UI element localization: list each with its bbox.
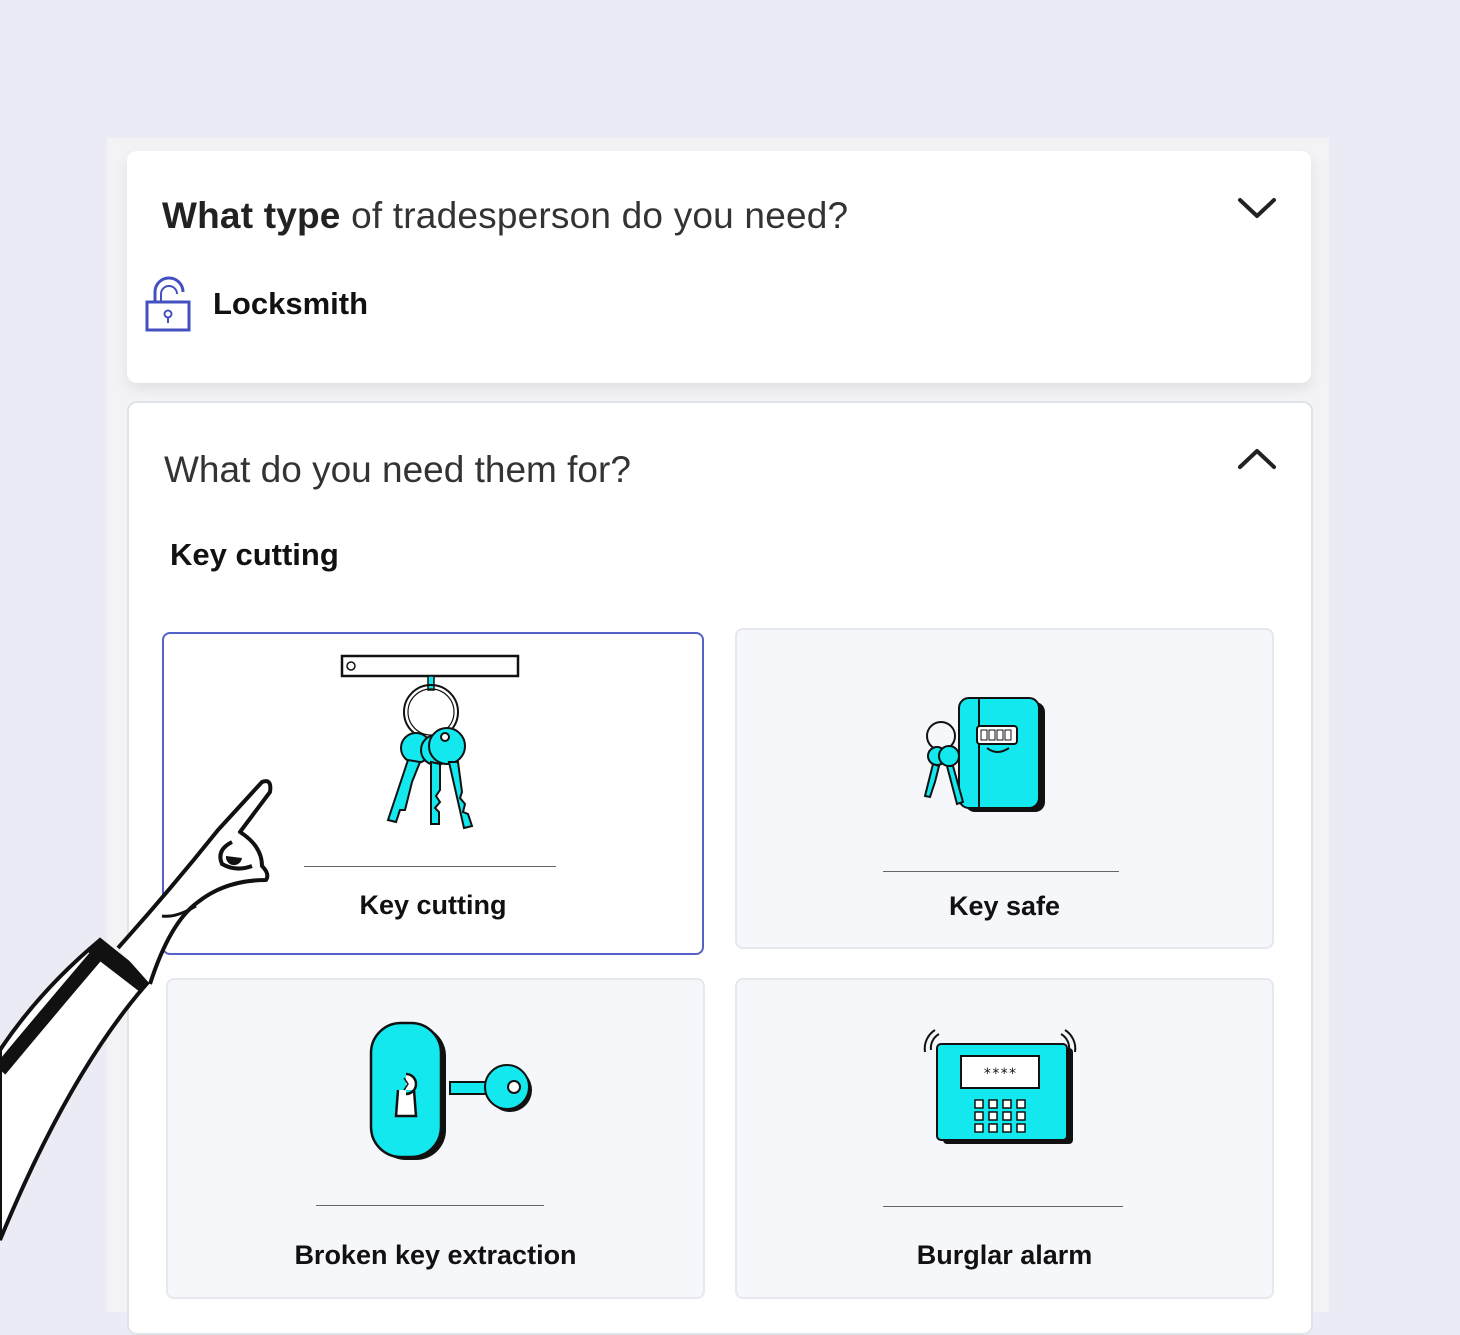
chevron-down-icon[interactable]	[1237, 196, 1277, 220]
option-key-cutting[interactable]: Key cutting	[162, 632, 704, 955]
tile-divider	[304, 866, 556, 867]
keys-icon	[340, 654, 520, 830]
option-label: Key cutting	[359, 890, 507, 920]
option-label: Burglar alarm	[916, 1240, 1093, 1270]
tile-divider	[883, 1206, 1123, 1207]
tradesperson-type-card[interactable]: What type of tradesperson do you need? L…	[127, 151, 1311, 383]
tile-divider	[316, 1205, 544, 1206]
tile-divider	[883, 871, 1119, 872]
tradesperson-question: What type of tradesperson do you need?	[162, 195, 848, 237]
question-rest: of tradesperson do you need?	[340, 195, 849, 236]
selected-trade: Locksmith	[145, 276, 368, 332]
selected-job-label: Key cutting	[170, 537, 339, 572]
option-label: Key safe	[948, 891, 1061, 921]
lock-and-key-icon	[369, 1021, 532, 1160]
selected-trade-label: Locksmith	[213, 286, 369, 321]
alarm-display-text: ****	[983, 1066, 1017, 1082]
alarm-panel-icon: ****	[923, 1029, 1077, 1144]
option-broken-key-extraction[interactable]: Broken key extraction	[166, 978, 705, 1299]
question-bold: What type	[162, 195, 341, 236]
padlock-icon	[145, 276, 191, 332]
job-question: What do you need them for?	[164, 449, 631, 490]
key-safe-icon	[923, 697, 1045, 812]
chevron-up-icon[interactable]	[1237, 447, 1277, 471]
option-burglar-alarm[interactable]: **** Burglar alarm	[735, 978, 1274, 1299]
option-key-safe[interactable]: Key safe	[735, 628, 1274, 949]
option-label: Broken key extraction	[294, 1240, 577, 1270]
